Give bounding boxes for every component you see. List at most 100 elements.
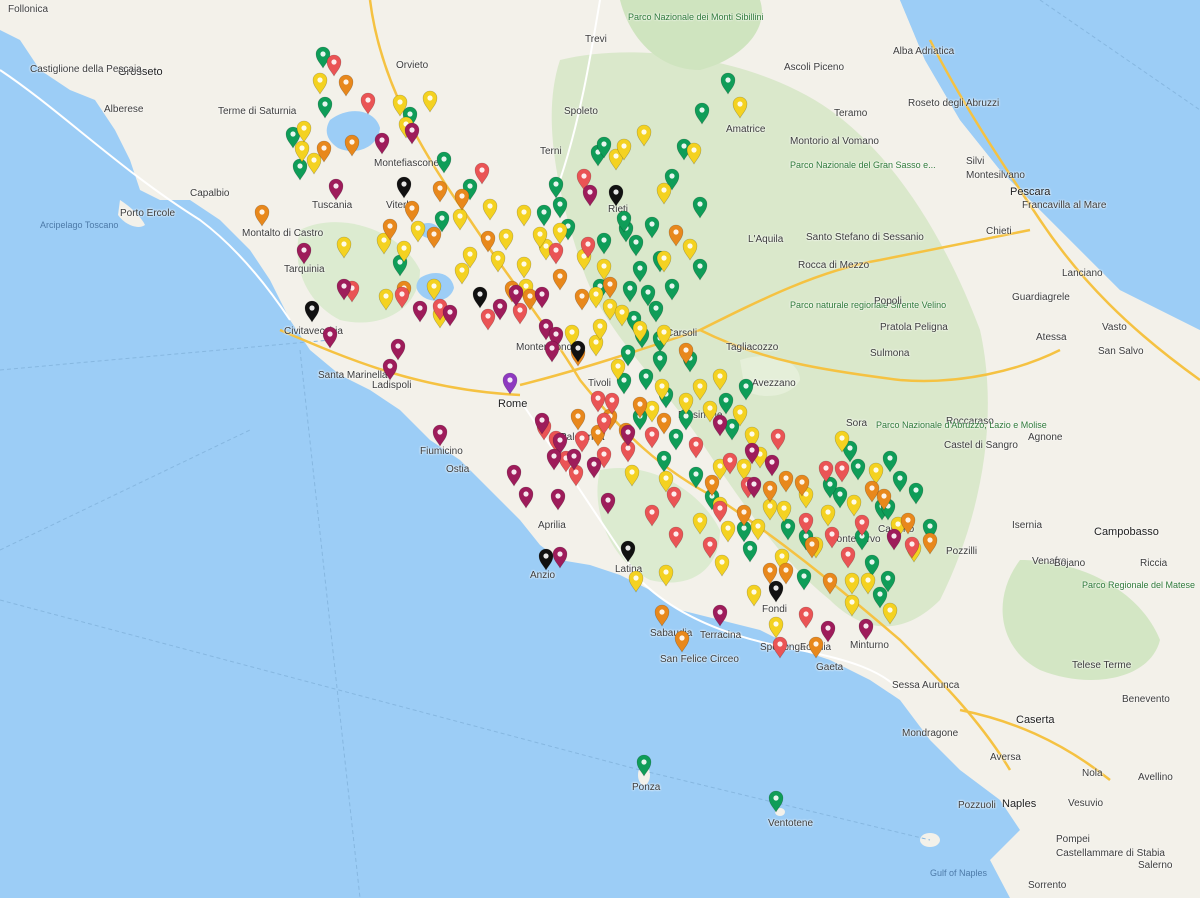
map-pin-red[interactable] — [644, 504, 660, 527]
map-pin-red[interactable] — [688, 436, 704, 459]
map-pin-green[interactable] — [796, 568, 812, 591]
map-pin-maroon[interactable] — [442, 304, 458, 327]
map-pin-orange[interactable] — [432, 180, 448, 203]
map-pin-green[interactable] — [664, 278, 680, 301]
map-pin-red[interactable] — [394, 286, 410, 309]
map-pin-green[interactable] — [317, 96, 333, 119]
map-pin-red[interactable] — [326, 54, 342, 77]
map-pin-green[interactable] — [652, 350, 668, 373]
map-pin-yellow[interactable] — [686, 142, 702, 165]
map-pin-purple[interactable] — [502, 372, 518, 395]
map-pin-maroon[interactable] — [534, 286, 550, 309]
map-pin-maroon[interactable] — [552, 546, 568, 569]
map-pin-orange[interactable] — [668, 224, 684, 247]
map-pin-yellow[interactable] — [312, 72, 328, 95]
map-pin-yellow[interactable] — [656, 182, 672, 205]
map-pin-red[interactable] — [590, 390, 606, 413]
map-pin-maroon[interactable] — [328, 178, 344, 201]
map-pin-yellow[interactable] — [624, 464, 640, 487]
map-pin-orange[interactable] — [574, 288, 590, 311]
map-pin-red[interactable] — [824, 526, 840, 549]
map-pin-maroon[interactable] — [382, 358, 398, 381]
map-pin-yellow[interactable] — [482, 198, 498, 221]
map-pin-yellow[interactable] — [682, 238, 698, 261]
map-pin-yellow[interactable] — [426, 278, 442, 301]
map-pin-green[interactable] — [596, 232, 612, 255]
map-pin-orange[interactable] — [480, 230, 496, 253]
map-pin-yellow[interactable] — [452, 208, 468, 231]
map-pin-green[interactable] — [738, 378, 754, 401]
map-pin-maroon[interactable] — [296, 242, 312, 265]
map-pin-maroon[interactable] — [506, 464, 522, 487]
map-pin-black[interactable] — [768, 580, 784, 603]
map-pin-orange[interactable] — [900, 512, 916, 535]
map-canvas[interactable]: Follonica Grosseto Castiglione della Pesca… — [0, 0, 1200, 898]
map-pin-green[interactable] — [780, 518, 796, 541]
map-pin-green[interactable] — [292, 158, 308, 181]
map-pin-yellow[interactable] — [750, 518, 766, 541]
map-pin-green[interactable] — [632, 260, 648, 283]
map-pin-green[interactable] — [644, 216, 660, 239]
map-pin-orange[interactable] — [778, 470, 794, 493]
map-pin-green[interactable] — [850, 458, 866, 481]
map-pin-green[interactable] — [908, 482, 924, 505]
map-pin-red[interactable] — [568, 464, 584, 487]
map-pin-orange[interactable] — [254, 204, 270, 227]
map-pin-black[interactable] — [396, 176, 412, 199]
map-pin-red[interactable] — [480, 308, 496, 331]
map-pin-maroon[interactable] — [412, 300, 428, 323]
map-pin-maroon[interactable] — [712, 604, 728, 627]
map-pin-black[interactable] — [472, 286, 488, 309]
map-pin-orange[interactable] — [656, 412, 672, 435]
map-pin-red[interactable] — [574, 430, 590, 453]
map-pin-maroon[interactable] — [432, 424, 448, 447]
map-pin-red[interactable] — [834, 460, 850, 483]
map-pin-green[interactable] — [692, 258, 708, 281]
map-pin-orange[interactable] — [922, 532, 938, 555]
map-pin-yellow[interactable] — [844, 572, 860, 595]
map-pin-green[interactable] — [656, 450, 672, 473]
map-pin-yellow[interactable] — [636, 124, 652, 147]
map-pin-yellow[interactable] — [336, 236, 352, 259]
map-pin-green[interactable] — [692, 196, 708, 219]
map-pin-maroon[interactable] — [712, 414, 728, 437]
map-pin-green[interactable] — [882, 450, 898, 473]
map-pin-green[interactable] — [892, 470, 908, 493]
map-pin-maroon[interactable] — [764, 454, 780, 477]
map-pin-yellow[interactable] — [846, 494, 862, 517]
map-pin-yellow[interactable] — [732, 96, 748, 119]
map-pin-yellow[interactable] — [588, 286, 604, 309]
map-pin-yellow[interactable] — [454, 262, 470, 285]
map-pin-maroon[interactable] — [858, 618, 874, 641]
map-pin-maroon[interactable] — [390, 338, 406, 361]
map-pin-maroon[interactable] — [546, 448, 562, 471]
map-pin-yellow[interactable] — [552, 222, 568, 245]
map-pin-red[interactable] — [772, 636, 788, 659]
map-pin-green[interactable] — [622, 280, 638, 303]
map-pin-red[interactable] — [360, 92, 376, 115]
map-pin-orange[interactable] — [570, 408, 586, 431]
map-pin-yellow[interactable] — [602, 298, 618, 321]
map-pin-black[interactable] — [608, 184, 624, 207]
map-pin-maroon[interactable] — [600, 492, 616, 515]
map-pin-green[interactable] — [548, 176, 564, 199]
map-pin-yellow[interactable] — [516, 256, 532, 279]
map-pin-green[interactable] — [552, 196, 568, 219]
map-pin-green[interactable] — [668, 428, 684, 451]
map-pin-green[interactable] — [688, 466, 704, 489]
map-pin-orange[interactable] — [778, 562, 794, 585]
map-pin-red[interactable] — [474, 162, 490, 185]
map-pin-yellow[interactable] — [410, 220, 426, 243]
map-pin-red[interactable] — [798, 606, 814, 629]
map-pin-yellow[interactable] — [614, 304, 630, 327]
map-pin-red[interactable] — [668, 526, 684, 549]
map-pin-yellow[interactable] — [498, 228, 514, 251]
map-pin-yellow[interactable] — [628, 570, 644, 593]
map-pin-maroon[interactable] — [820, 620, 836, 643]
map-pin-yellow[interactable] — [516, 204, 532, 227]
map-pin-yellow[interactable] — [768, 616, 784, 639]
map-pin-green[interactable] — [648, 300, 664, 323]
map-pin-green[interactable] — [694, 102, 710, 125]
map-pin-orange[interactable] — [822, 572, 838, 595]
map-pin-maroon[interactable] — [544, 340, 560, 363]
